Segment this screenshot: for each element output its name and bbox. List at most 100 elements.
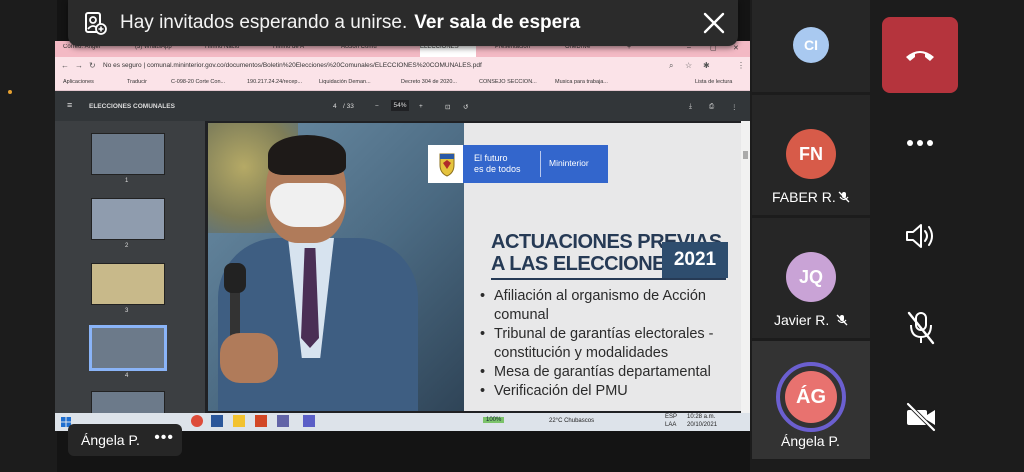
forward-icon[interactable]: →: [75, 61, 83, 70]
bookmark-item[interactable]: 190.217.24.24/recep...: [247, 79, 302, 85]
weather-widget[interactable]: 22°C Chubascos: [549, 418, 594, 424]
rotate-icon[interactable]: ↺: [463, 103, 468, 111]
photo-hand: [220, 333, 278, 383]
thumbnail-number: 4: [125, 373, 129, 379]
participant-avatar: CI: [793, 27, 829, 63]
shared-screen: Correo: Ángel (3) WhatsApp Himno Nacio H…: [55, 41, 750, 431]
thumbnail-number: 1: [125, 178, 129, 184]
bullet-item: Verificación del PMU: [480, 382, 736, 401]
powerpoint-taskbar-icon[interactable]: [255, 415, 267, 427]
logo-slogan-line1: El futuro: [474, 153, 508, 163]
waiting-room-icon: [85, 12, 107, 35]
page-thumbnail[interactable]: [91, 263, 165, 305]
banner-message: Hay invitados esperando a unirse.: [120, 12, 408, 33]
explorer-taskbar-icon[interactable]: [233, 415, 245, 427]
logo-slogan-line2: es de todos: [474, 164, 521, 174]
more-options-icon[interactable]: •••: [154, 429, 174, 447]
bullet-list: Afiliación al organismo de Acción comuna…: [480, 287, 736, 401]
bullet-item: Mesa de garantías departamental: [480, 363, 736, 382]
mic-off-icon: [836, 314, 848, 326]
thumbnail-number: 2: [125, 243, 129, 249]
reload-icon[interactable]: ↻: [89, 61, 96, 70]
page-thumbnail[interactable]: [91, 198, 165, 240]
end-call-icon: [906, 51, 934, 61]
participant-tile[interactable]: FN FABER R.: [752, 95, 870, 215]
clock-time[interactable]: 10:28 a.m.: [687, 414, 715, 420]
mute-button[interactable]: [882, 304, 958, 354]
presenter-name-tag: Ángela P. •••: [68, 424, 182, 456]
camera-off-icon: [906, 402, 936, 432]
pdf-toolbar: ≡ ELECCIONES COMUNALES 4 / 33 − 54% + ⊡ …: [55, 91, 750, 121]
teams2-taskbar-icon[interactable]: [303, 415, 315, 427]
page-thumbnail[interactable]: [91, 391, 165, 415]
participant-tile-speaking[interactable]: ÁG Ángela P.: [752, 341, 870, 459]
mic-off-icon: [838, 191, 850, 203]
bullet-item: Tribunal de garantías electorales - cons…: [480, 325, 736, 363]
title-underline: [491, 278, 726, 280]
pdf-slide: El futuro es de todos Mininterior ACTUAC…: [208, 123, 741, 411]
participant-tile[interactable]: JQ Javier R.: [752, 218, 870, 338]
menu-icon[interactable]: ⋮: [737, 61, 745, 70]
zoom-level[interactable]: 54%: [391, 100, 409, 111]
address-bar: ← → ↻ No es seguro | comunal.mininterior…: [55, 57, 750, 75]
search-icon[interactable]: ⌕: [669, 61, 673, 71]
photo-face-mask: [270, 183, 344, 227]
logo-ministry: Mininterior: [549, 158, 589, 168]
bookmark-item[interactable]: Traducir: [127, 79, 147, 85]
language-indicator-sub: LAA: [665, 422, 677, 428]
bookmark-item[interactable]: Decreto 304 de 2020...: [401, 79, 457, 85]
more-icon: [907, 140, 933, 146]
thumbnail-panel: 1 2 3 4: [55, 121, 205, 415]
bullet-item: Afiliación al organismo de Acción comuna…: [480, 287, 736, 325]
zoom-out-icon[interactable]: −: [375, 103, 379, 110]
speaker-photo: [208, 123, 464, 411]
status-dot: [8, 90, 12, 94]
mic-off-icon: [907, 311, 935, 345]
bookmark-item[interactable]: Aplicaciones: [63, 79, 94, 85]
participant-avatar: JQ: [786, 252, 836, 302]
view-waiting-room-link[interactable]: Ver sala de espera: [414, 12, 580, 34]
page-count: / 33: [343, 103, 354, 110]
hamburger-icon[interactable]: ≡: [67, 100, 72, 110]
pdf-menu-icon[interactable]: ⋮: [731, 103, 738, 111]
print-icon[interactable]: ⎙: [709, 103, 714, 111]
fit-page-icon[interactable]: ⊡: [445, 103, 450, 111]
camera-button[interactable]: [882, 394, 958, 444]
reading-list[interactable]: Lista de lectura: [695, 79, 732, 85]
bookmark-item[interactable]: Liquidación Deman...: [319, 79, 371, 85]
url-field[interactable]: No es seguro | comunal.mininterior.gov.c…: [103, 62, 482, 69]
page-thumbnail-selected[interactable]: [89, 325, 167, 371]
bookmark-item[interactable]: CONSEJO SECCION...: [479, 79, 537, 85]
word-taskbar-icon[interactable]: [211, 415, 223, 427]
teams-taskbar-icon[interactable]: [277, 415, 289, 427]
year-badge: 2021: [662, 242, 728, 278]
waiting-room-banner[interactable]: Hay invitados esperando a unirse. Ver sa…: [68, 0, 738, 46]
download-icon[interactable]: ⤓: [689, 103, 692, 111]
presenter-name: Ángela P.: [81, 432, 140, 448]
bookmark-item[interactable]: Musica para trabaja...: [555, 79, 608, 85]
speaker-button[interactable]: [882, 212, 958, 262]
participant-name: Javier R.: [774, 312, 830, 328]
battery-indicator: 100%: [483, 417, 505, 423]
thumbnail-number: 3: [125, 308, 129, 314]
back-icon[interactable]: ←: [61, 61, 69, 70]
pdf-scrollbar[interactable]: [741, 121, 750, 413]
chrome-taskbar-icon[interactable]: [191, 415, 203, 427]
page-thumbnail[interactable]: [91, 133, 165, 175]
page-number[interactable]: 4: [333, 103, 337, 110]
participant-tile[interactable]: CI: [752, 0, 870, 92]
window-close-icon[interactable]: ✕: [733, 44, 739, 52]
bookmark-star-icon[interactable]: ☆: [685, 61, 692, 70]
bookmark-item[interactable]: C-098-20 Corte Con...: [171, 79, 225, 85]
zoom-in-icon[interactable]: +: [419, 103, 423, 110]
more-button[interactable]: [882, 125, 958, 165]
language-indicator[interactable]: ESP: [665, 414, 677, 420]
participant-name: Ángela P.: [781, 433, 840, 449]
close-icon[interactable]: [702, 11, 726, 35]
participant-avatar: ÁG: [785, 371, 837, 423]
end-call-button[interactable]: [882, 17, 958, 93]
participant-avatar: FN: [786, 129, 836, 179]
participant-name: FABER R.: [772, 189, 836, 205]
extensions-icon[interactable]: ✱: [703, 61, 710, 70]
photo-hair: [268, 135, 346, 175]
